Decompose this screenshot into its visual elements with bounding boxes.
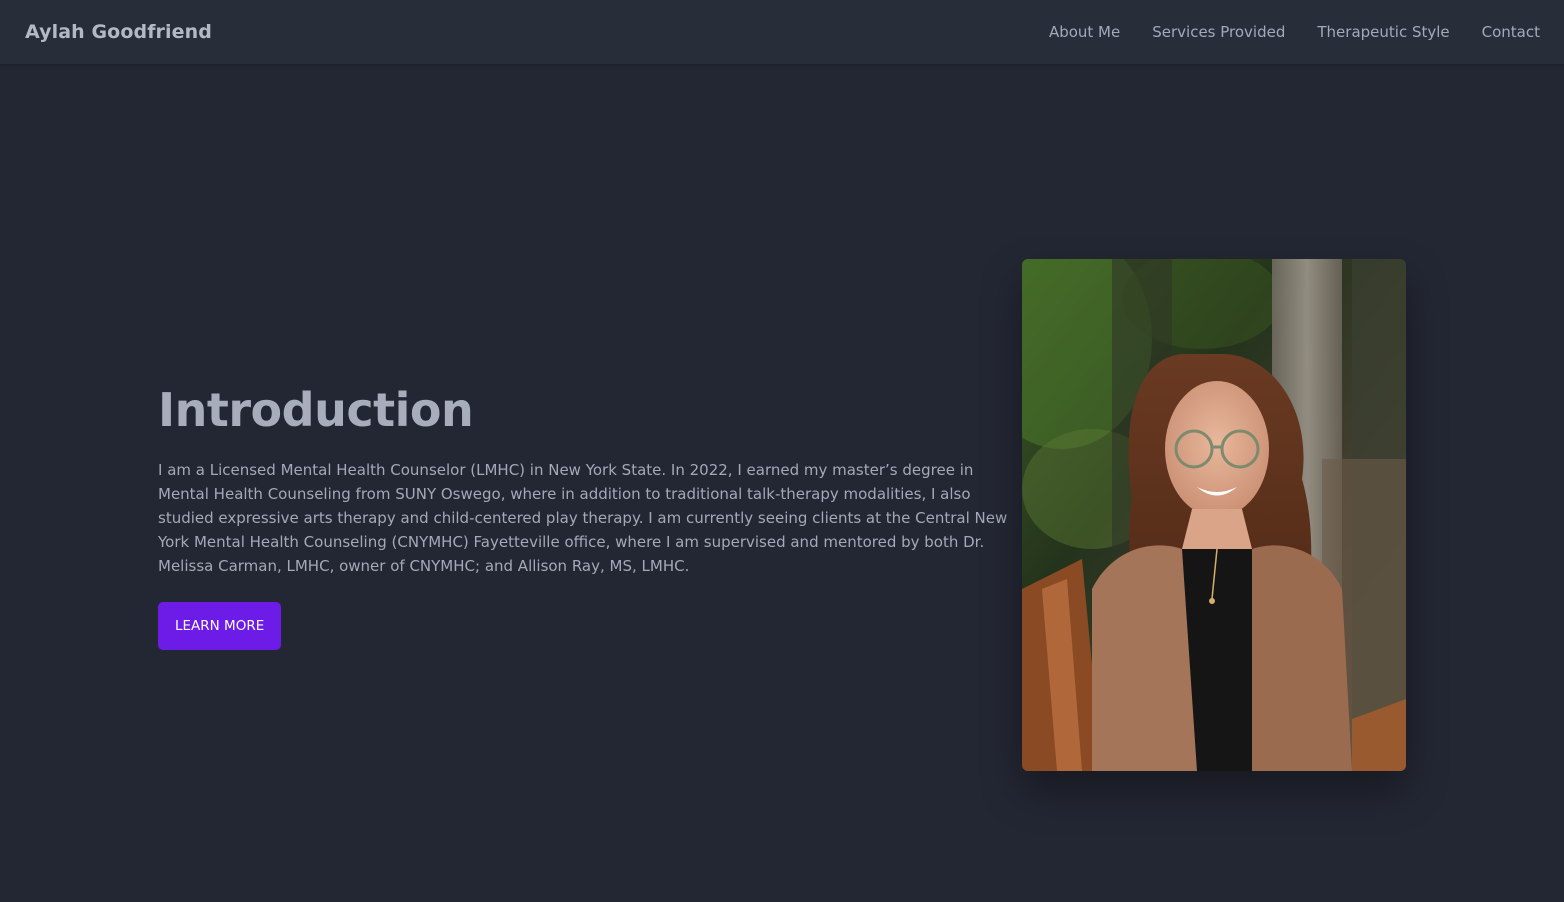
nav-link-about-me[interactable]: About Me <box>1049 23 1120 41</box>
intro-section: Introduction I am a Licensed Mental Heal… <box>158 380 1010 650</box>
portrait-image <box>1022 259 1406 771</box>
portrait-photo <box>1022 259 1406 771</box>
nav-link-services-provided[interactable]: Services Provided <box>1152 23 1285 41</box>
nav-link-contact[interactable]: Contact <box>1482 23 1540 41</box>
nav-links: About Me Services Provided Therapeutic S… <box>1049 23 1540 41</box>
intro-heading: Introduction <box>158 383 474 437</box>
brand-name-link[interactable]: Aylah Goodfriend <box>25 21 212 43</box>
top-navbar: Aylah Goodfriend About Me Services Provi… <box>0 0 1564 64</box>
intro-paragraph: I am a Licensed Mental Health Counselor … <box>158 461 1008 575</box>
learn-more-button[interactable]: LEARN MORE <box>158 602 282 650</box>
nav-link-therapeutic-style[interactable]: Therapeutic Style <box>1317 23 1449 41</box>
